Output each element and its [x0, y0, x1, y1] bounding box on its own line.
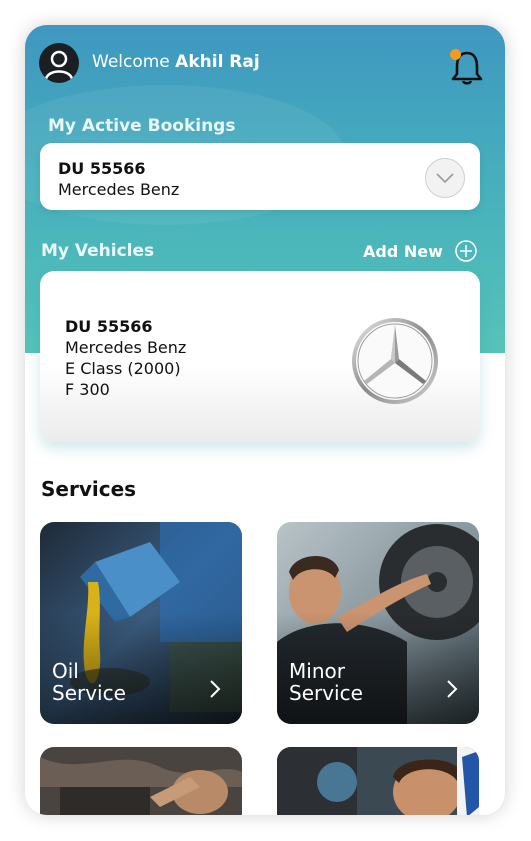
booking-plate: DU 55566	[58, 159, 146, 178]
vehicle-model-year: E Class (2000)	[65, 359, 181, 378]
minor-service-label-line1: Minor	[289, 659, 345, 683]
oil-service-label-line1: Oil	[52, 659, 79, 683]
oil-service-label-line2: Service	[52, 681, 126, 705]
vehicle-variant: F 300	[65, 380, 110, 399]
my-vehicles-title: My Vehicles	[41, 241, 155, 261]
plus-circle-icon[interactable]	[455, 240, 477, 262]
profile-avatar[interactable]	[39, 43, 79, 83]
user-icon	[44, 50, 74, 80]
engine-repair-image	[40, 747, 242, 815]
vehicle-card[interactable]: DU 55566 Mercedes Benz E Class (2000) F …	[40, 271, 480, 442]
service-tile-engine-repair[interactable]	[40, 747, 242, 815]
oil-service-label: Oil Service	[52, 660, 126, 704]
active-bookings-title: My Active Bookings	[48, 116, 236, 136]
add-new-vehicle-link[interactable]: Add New	[363, 242, 443, 261]
chevron-right-icon	[210, 680, 221, 698]
chevron-right-icon	[447, 680, 458, 698]
app-screen: Welcome Akhil Raj My Active Bookings DU …	[25, 25, 505, 815]
vehicle-make: Mercedes Benz	[65, 338, 187, 357]
minor-service-tile[interactable]: Minor Service	[277, 522, 479, 724]
services-title: Services	[41, 477, 137, 501]
oil-service-tile[interactable]: Oil Service	[40, 522, 242, 724]
vehicle-plate: DU 55566	[65, 317, 153, 336]
booking-expand-button[interactable]	[425, 158, 465, 198]
minor-service-label: Minor Service	[289, 660, 363, 704]
user-name: Akhil Raj	[175, 52, 260, 72]
booking-model: Mercedes Benz	[58, 180, 180, 199]
active-booking-card[interactable]: DU 55566 Mercedes Benz	[40, 143, 480, 210]
service-tile-inspection[interactable]	[277, 747, 479, 815]
welcome-message: Welcome Akhil Raj	[92, 52, 260, 72]
welcome-label: Welcome	[92, 52, 170, 72]
inspection-image	[277, 747, 479, 815]
minor-service-label-line2: Service	[289, 681, 363, 705]
chevron-down-icon	[436, 173, 454, 184]
mercedes-star-icon	[352, 318, 438, 404]
notification-dot	[450, 49, 461, 60]
